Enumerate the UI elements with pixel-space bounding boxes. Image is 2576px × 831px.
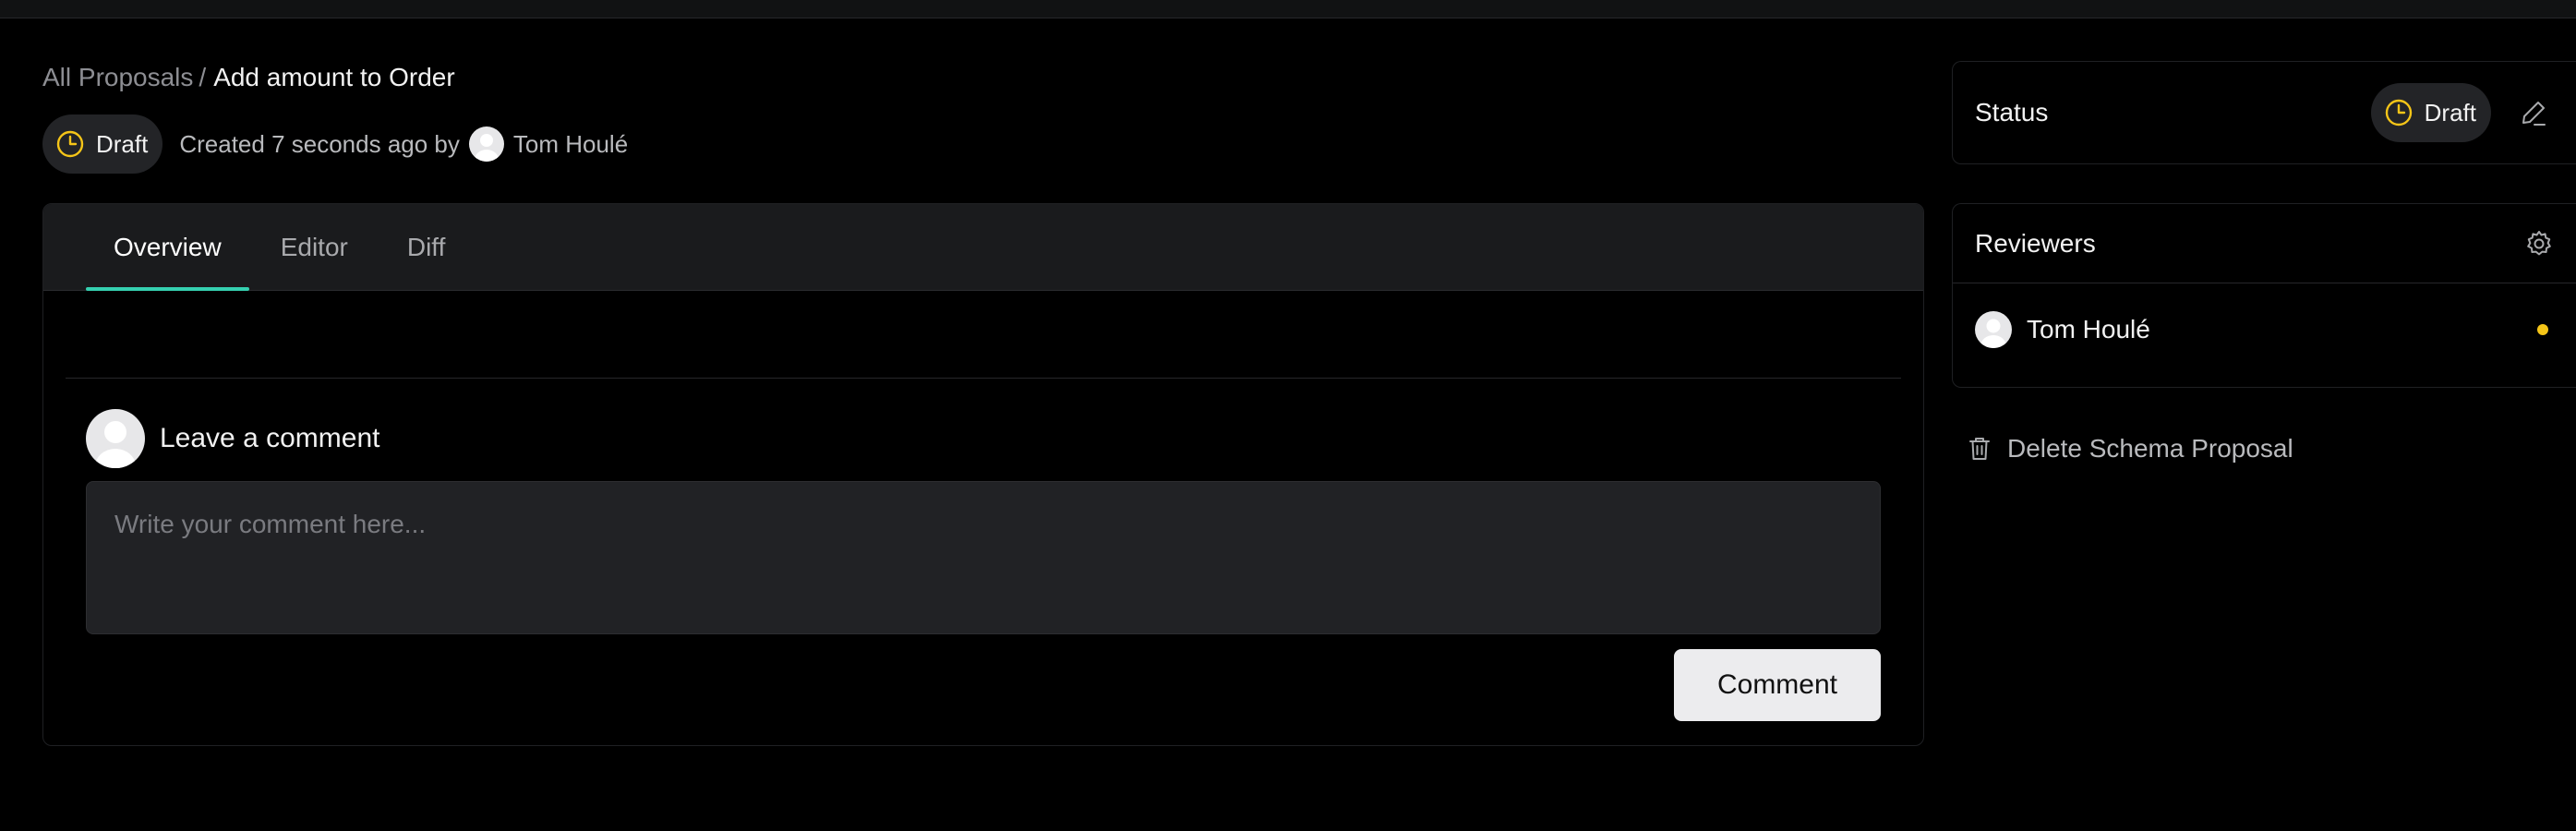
avatar [1975,311,2012,348]
reviewers-title: Reviewers [1975,228,2096,258]
tab-overview[interactable]: Overview [86,204,249,291]
status-badge: Draft [2370,83,2491,142]
status-controls: Draft [2370,83,2554,142]
avatar-icon [1980,319,2006,348]
clock-icon [56,130,84,158]
edit-status-button[interactable] [2515,94,2552,131]
breadcrumb: All Proposals / Add amount to Order [42,61,455,94]
status-card-title: Status [1975,98,2049,126]
proposal-meta: Draft Created 7 seconds ago by Tom Houlé [42,114,628,174]
comment-button[interactable]: Comment [1674,649,1881,721]
pencil-icon [2522,102,2546,126]
tab-diff[interactable]: Diff [379,204,474,291]
comment-input[interactable] [86,481,1881,634]
status-badge-label: Draft [96,129,149,158]
comment-header: Leave a comment [86,409,379,468]
clock-icon [2385,99,2412,126]
avatar [468,126,504,162]
status-badge: Draft [42,114,163,174]
reviewer-row[interactable]: Tom Houlé [1953,283,2576,376]
trash-icon [1969,438,1990,460]
page-title: Add amount to Order [213,63,455,91]
divider [66,378,1901,379]
breadcrumb-all-proposals-link[interactable]: All Proposals [42,63,193,91]
proposal-main-card: Overview Editor Diff Leave a comment Com… [42,203,1924,746]
reviewer-status-dot [2537,324,2548,335]
reviewer-name: Tom Houlé [2027,315,2150,343]
avatar-icon [95,421,136,468]
created-text: Created 7 seconds ago by [179,129,460,158]
tab-bar: Overview Editor Diff [43,204,1923,291]
reviewers-settings-button[interactable] [2522,227,2556,260]
delete-proposal-label: Delete Schema Proposal [2007,434,2293,463]
author-name[interactable]: Tom Houlé [513,130,628,159]
breadcrumb-separator: / [199,63,207,91]
avatar-icon [474,134,499,162]
top-bar [0,0,2576,18]
reviewers-header: Reviewers [1953,204,2576,283]
comment-title: Leave a comment [160,423,380,453]
avatar [86,409,145,468]
status-badge-label: Draft [2424,98,2476,126]
gear-icon [2527,230,2551,255]
tab-editor[interactable]: Editor [253,204,376,291]
reviewers-card: Reviewers Tom Houlé [1952,203,2576,388]
status-card: Status Draft [1952,61,2576,164]
delete-proposal-button[interactable]: Delete Schema Proposal [1968,434,2293,464]
